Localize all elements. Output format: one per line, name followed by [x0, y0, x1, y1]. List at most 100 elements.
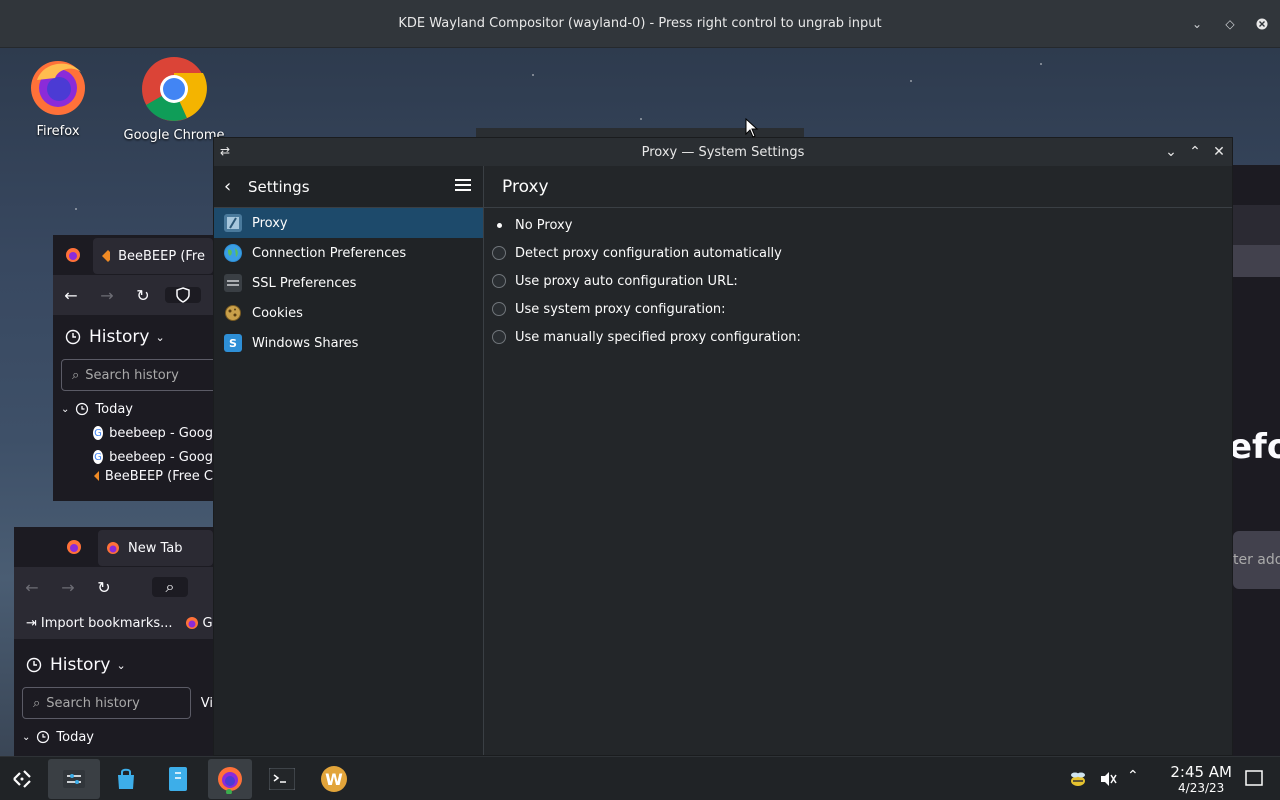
- import-bookmarks-link[interactable]: Import bookmarks...: [41, 616, 173, 631]
- firefox-icon: [31, 61, 85, 115]
- firefox-tab-overview-icon[interactable]: [53, 247, 93, 263]
- import-icon: ⇥: [26, 615, 37, 631]
- tab-label: BeeBEEP (Fre: [118, 248, 205, 264]
- radio-button[interactable]: [492, 246, 506, 260]
- history-item[interactable]: G beebeep - Goog: [53, 445, 213, 469]
- address-search-input[interactable]: ter add: [1233, 531, 1280, 589]
- firefox-tab-overview-icon[interactable]: [14, 539, 98, 555]
- clock-date: 4/23/23: [1178, 781, 1225, 795]
- sidebar-item-windows-shares[interactable]: S Windows Shares: [214, 328, 483, 358]
- sidebar-item-cookies[interactable]: Cookies: [214, 298, 483, 328]
- shield-icon[interactable]: [165, 287, 201, 303]
- history-group-label: Today: [95, 401, 133, 417]
- hamburger-menu-icon[interactable]: [455, 178, 471, 196]
- mouse-cursor-icon: [745, 118, 759, 138]
- radio-detect-automatically[interactable]: Detect proxy configuration automatically: [484, 239, 1232, 267]
- tab-new-tab[interactable]: New Tab: [98, 530, 213, 566]
- radio-button[interactable]: [492, 330, 506, 344]
- chevron-down-icon: ⌄: [22, 731, 31, 743]
- clock-icon: [37, 730, 50, 744]
- w-app-icon: W: [321, 765, 347, 792]
- history-sidebar-header[interactable]: History ⌄: [53, 315, 213, 359]
- show-desktop-icon[interactable]: [1245, 770, 1263, 790]
- taskbar: W ⌃ 2:45 AM 4/23/23: [0, 756, 1280, 800]
- firefox-window-background-1[interactable]: BeeBEEP (Fre ← → ↻ History ⌄ ⌕ Search hi…: [53, 235, 213, 501]
- ssl-icon: [224, 274, 242, 292]
- bookmarks-toolbar: ⇥ Import bookmarks... G: [14, 607, 213, 639]
- settings-content: Proxy No Proxy Detect proxy configuratio…: [484, 166, 1232, 755]
- chevron-down-icon[interactable]: ⌄: [1187, 14, 1207, 34]
- reload-icon[interactable]: ↻: [86, 578, 122, 597]
- window-title: Proxy — System Settings: [641, 144, 805, 160]
- sidebar-item-connection-preferences[interactable]: Connection Preferences: [214, 238, 483, 268]
- beebeep-tray-icon[interactable]: [1068, 769, 1088, 793]
- history-search-input[interactable]: ⌕ Search history: [22, 687, 191, 719]
- window-titlebar[interactable]: ⇄ Proxy — System Settings ⌄ ⌃ ✕: [214, 138, 1232, 166]
- firefox-window-background-2[interactable]: New Tab ← → ↻ ⌕ ⇥ Import bookmarks... G …: [14, 527, 213, 756]
- history-group-today[interactable]: ⌄ Today: [14, 725, 213, 749]
- desktop-icon-label: Firefox: [36, 124, 80, 139]
- diamond-icon[interactable]: ◇: [1220, 14, 1240, 34]
- taskbar-system-settings[interactable]: [48, 758, 100, 799]
- history-group-today[interactable]: ⌄ Today: [53, 397, 213, 421]
- close-circle-icon[interactable]: [1252, 14, 1272, 34]
- radio-system-proxy[interactable]: Use system proxy configuration:: [484, 295, 1232, 323]
- digital-clock[interactable]: 2:45 AM 4/23/23: [1170, 763, 1232, 795]
- reload-icon[interactable]: ↻: [125, 286, 161, 305]
- cookie-icon: [224, 304, 242, 322]
- application-launcher-icon[interactable]: [0, 757, 44, 800]
- taskbar-file-manager[interactable]: [156, 759, 200, 799]
- history-item[interactable]: G beebeep - Goog: [53, 421, 213, 445]
- chevron-up-icon[interactable]: ⌃: [1127, 768, 1139, 784]
- taskbar-app-w[interactable]: W: [312, 759, 356, 799]
- sidebar-item-ssl-preferences[interactable]: SSL Preferences: [214, 268, 483, 298]
- sidebar-item-proxy[interactable]: Proxy: [214, 208, 483, 238]
- radio-manual-proxy[interactable]: Use manually specified proxy configurati…: [484, 323, 1232, 351]
- history-title: History: [89, 327, 150, 347]
- sidebar-item-label: Proxy: [252, 215, 288, 231]
- chevron-down-icon: ⌄: [155, 330, 165, 344]
- back-icon[interactable]: ←: [14, 578, 50, 597]
- minimize-icon[interactable]: ⌄: [1161, 142, 1181, 162]
- taskbar-discover[interactable]: [104, 759, 148, 799]
- desktop-icon-chrome[interactable]: Google Chrome: [119, 56, 229, 143]
- chevron-down-icon: ⌄: [61, 403, 70, 415]
- history-title: History: [50, 655, 111, 675]
- desktop-icon-firefox[interactable]: Firefox: [3, 56, 113, 139]
- forward-icon[interactable]: →: [50, 578, 86, 597]
- bookmark-fragment[interactable]: G: [203, 616, 213, 631]
- clock-time: 2:45 AM: [1170, 763, 1232, 781]
- google-icon: G: [93, 450, 104, 464]
- history-search-input[interactable]: ⌕ Search history: [61, 359, 213, 391]
- radio-button[interactable]: [492, 302, 506, 316]
- history-item[interactable]: BeeBEEP (Free C: [53, 469, 213, 483]
- system-settings-window: ⇄ Proxy — System Settings ⌄ ⌃ ✕ ‹ Settin…: [213, 137, 1233, 756]
- radio-no-proxy[interactable]: No Proxy: [484, 211, 1232, 239]
- volume-muted-icon[interactable]: [1098, 769, 1118, 793]
- back-arrow-icon[interactable]: ‹: [224, 176, 231, 197]
- back-icon[interactable]: ←: [53, 286, 89, 305]
- beebeep-icon: [94, 471, 99, 481]
- radio-auto-config-url[interactable]: Use proxy auto configuration URL:: [484, 267, 1232, 295]
- address-placeholder: ter add: [1233, 552, 1280, 568]
- view-button[interactable]: Vi: [201, 696, 213, 711]
- window-menu-icon[interactable]: ⇄: [220, 144, 230, 158]
- desktop-icon-label: Google Chrome: [123, 128, 225, 143]
- close-icon[interactable]: ✕: [1209, 142, 1229, 162]
- search-icon[interactable]: ⌕: [152, 577, 188, 597]
- taskbar-terminal[interactable]: [260, 759, 304, 799]
- sidebar-header: ‹ Settings: [214, 166, 483, 208]
- taskbar-firefox[interactable]: [208, 758, 252, 799]
- tab-beebeep[interactable]: BeeBEEP (Fre: [93, 238, 213, 274]
- history-item-label: beebeep - Goog: [109, 425, 213, 441]
- clock-icon: [65, 329, 81, 345]
- history-sidebar-header[interactable]: History ⌄: [14, 643, 213, 687]
- maximize-icon[interactable]: ⌃: [1185, 142, 1205, 162]
- globe-icon: [224, 244, 242, 262]
- radio-button[interactable]: [492, 274, 506, 288]
- radio-label: Use proxy auto configuration URL:: [515, 273, 738, 289]
- forward-icon[interactable]: →: [89, 286, 125, 305]
- radio-button-checked[interactable]: [492, 218, 506, 232]
- firefox-window-background-3[interactable]: efox ter add: [1233, 165, 1280, 756]
- file-manager-icon: [169, 766, 187, 791]
